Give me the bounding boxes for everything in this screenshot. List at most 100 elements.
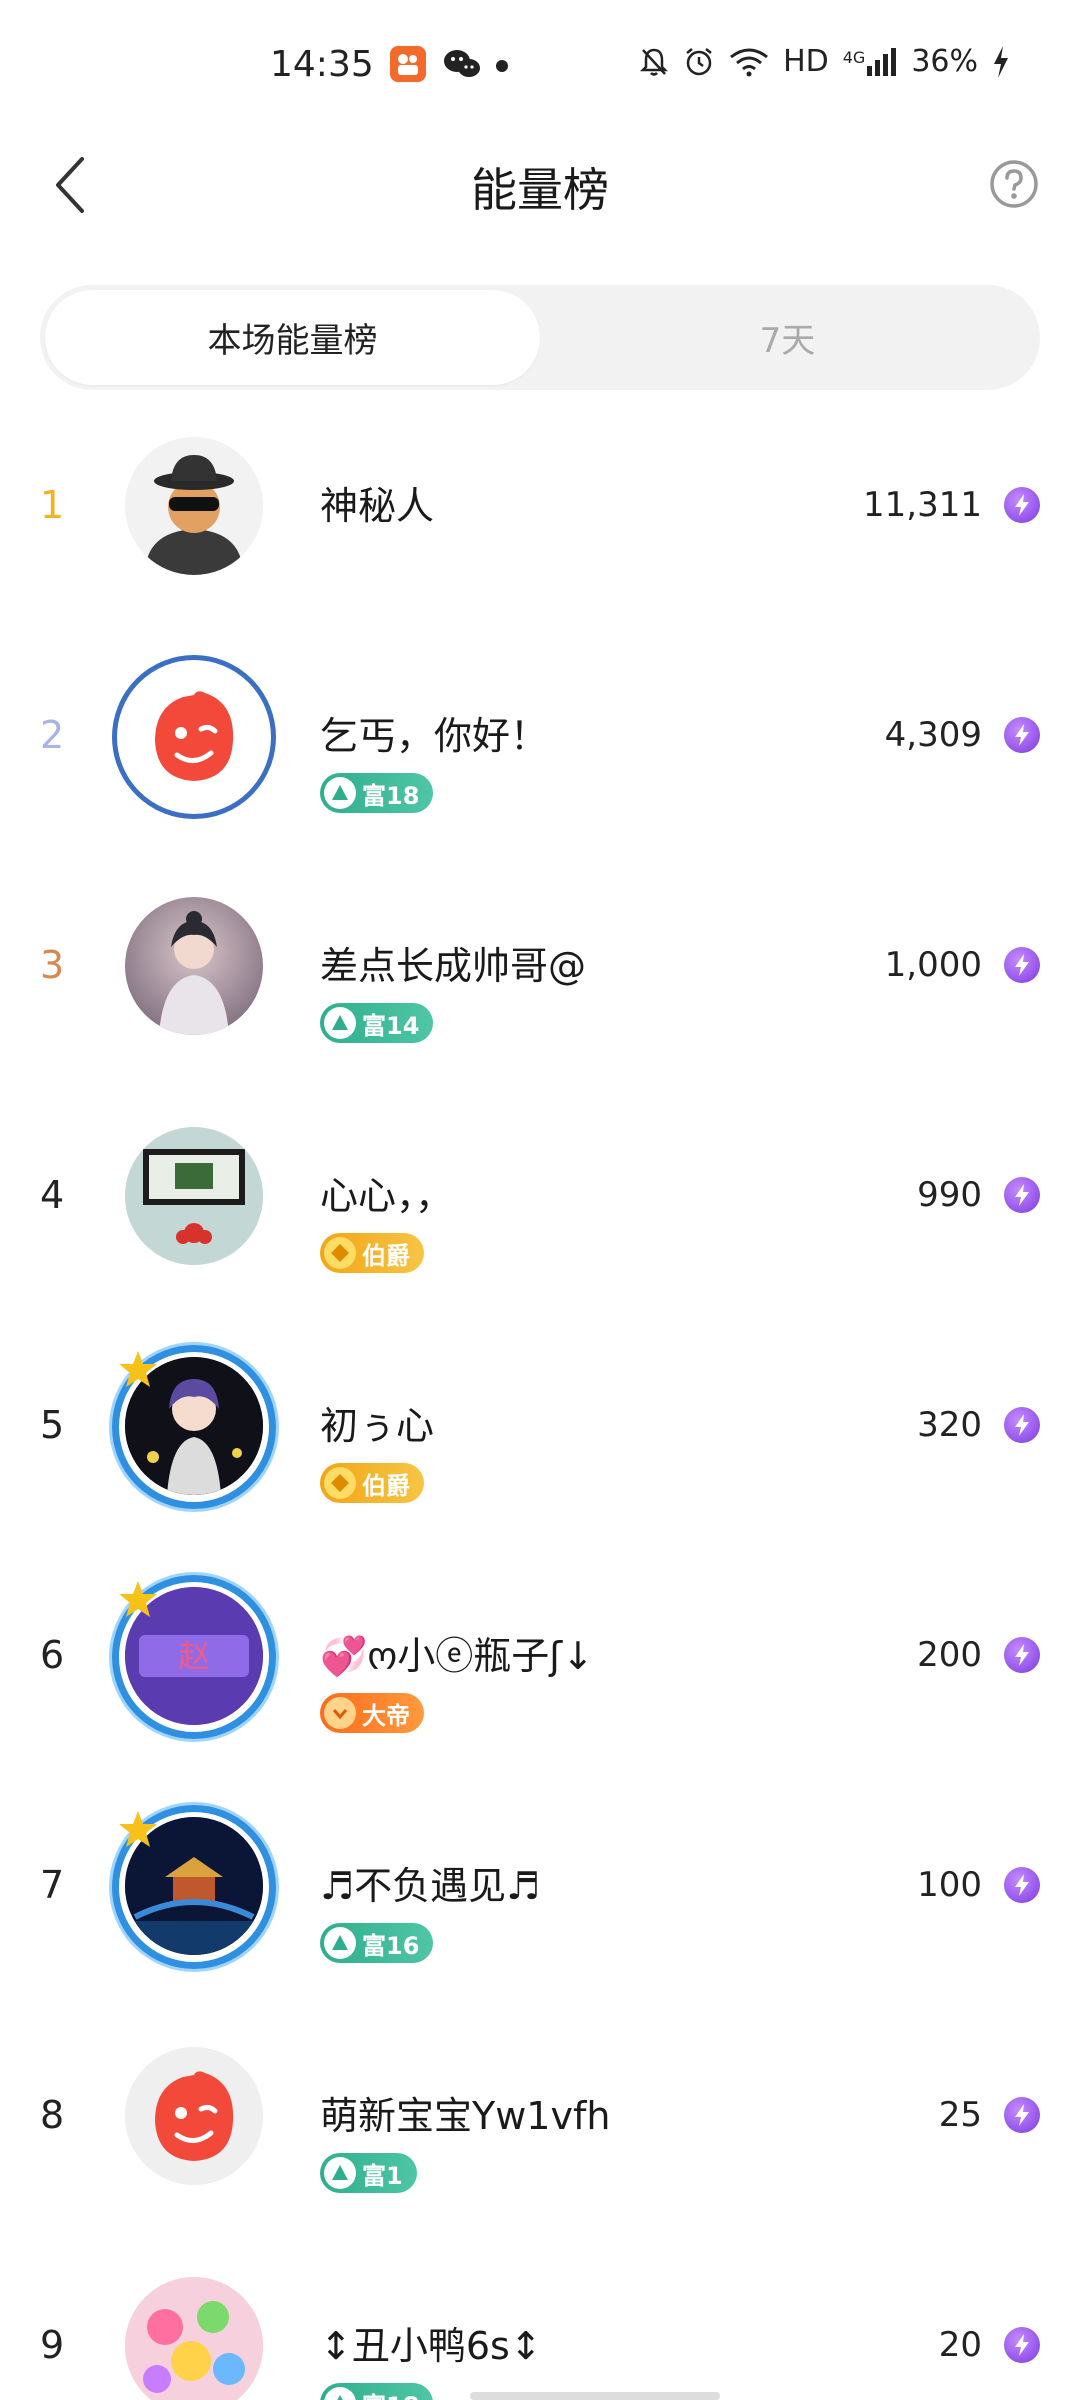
emperor-emblem-icon <box>324 1697 356 1729</box>
wealth-level-badge: 富1 <box>320 2153 417 2193</box>
wealth-level-badge: 富14 <box>320 1003 434 1043</box>
wealth-level-badge: 富18 <box>320 2383 434 2400</box>
ranking-tabs: 本场能量榜 7天 <box>40 285 1040 390</box>
energy-score: 100 <box>917 1865 982 1905</box>
avatar[interactable] <box>125 2277 263 2400</box>
energy-bolt-icon <box>1004 1637 1040 1673</box>
user-name: ♬不负遇见♬ <box>320 1864 541 1908</box>
ranking-row[interactable]: 8 萌新宝宝Yw1vfh 富1 25 <box>0 2035 1080 2265</box>
noble-emblem-icon <box>324 1237 356 1269</box>
ranking-row[interactable]: 6 赵 💞ო小ⓔ瓶子ʃ↓ 大帝 200 <box>0 1575 1080 1805</box>
avatar[interactable] <box>125 897 263 1035</box>
diamond-icon <box>324 2387 356 2400</box>
energy-bolt-icon <box>1004 487 1040 523</box>
tab-7-days[interactable]: 7天 <box>540 290 1035 385</box>
ranking-list: 1 神秘人 11,311 2 乞丐，你好！ 富18 4,309 3 差点长成帅哥… <box>0 425 1080 2400</box>
badge-label: 富18 <box>362 2386 419 2400</box>
user-name: 差点长成帅哥@ <box>320 944 587 988</box>
wifi-icon <box>729 47 769 77</box>
status-indicators: HD 4G 36% <box>639 44 1010 79</box>
rank-number: 3 <box>40 943 65 987</box>
alarm-icon <box>683 46 715 78</box>
wealth-level-badge: 富16 <box>320 1923 434 1963</box>
ranking-row[interactable]: 2 乞丐，你好！ 富18 4,309 <box>0 655 1080 885</box>
user-name: ↕丑小鸭6s↕ <box>320 2324 542 2368</box>
charging-bolt-icon <box>992 45 1010 78</box>
tab-current-session[interactable]: 本场能量榜 <box>45 290 540 385</box>
noble-emblem-icon <box>324 1467 356 1499</box>
rank-number: 9 <box>40 2323 65 2367</box>
avatar[interactable] <box>125 2047 263 2185</box>
wealth-level-badge: 富18 <box>320 773 434 813</box>
diamond-icon <box>324 1927 356 1959</box>
avatar[interactable] <box>125 1127 263 1265</box>
energy-bolt-icon <box>1004 2327 1040 2363</box>
kuaishou-app-icon <box>390 46 426 82</box>
notification-dot-icon <box>496 60 508 72</box>
diamond-icon <box>324 2157 356 2189</box>
user-name: 心心，， <box>320 1174 454 1218</box>
energy-score: 25 <box>938 2095 982 2135</box>
diamond-icon <box>324 777 356 809</box>
energy-bolt-icon <box>1004 947 1040 983</box>
status-time: 14:35 <box>270 44 374 85</box>
energy-bolt-icon <box>1004 1407 1040 1443</box>
star-decoration-icon <box>118 1349 158 1393</box>
network-type-label: HD <box>783 44 829 79</box>
question-circle-icon <box>990 160 1038 208</box>
rank-number: 7 <box>40 1863 65 1907</box>
cellular-signal-icon: 4G <box>842 47 898 76</box>
mute-bell-icon <box>639 46 669 78</box>
wechat-app-icon <box>442 46 480 82</box>
energy-bolt-icon <box>1004 1867 1040 1903</box>
rank-number: 8 <box>40 2093 65 2137</box>
avatar[interactable] <box>125 437 263 575</box>
user-name: 神秘人 <box>320 484 435 528</box>
energy-score: 990 <box>917 1175 982 1215</box>
ranking-row[interactable]: 7 ♬不负遇见♬ 富16 100 <box>0 1805 1080 2035</box>
user-name: 乞丐，你好！ <box>320 714 549 758</box>
noble-title-badge: 大帝 <box>320 1693 424 1733</box>
energy-score: 11,311 <box>863 485 982 525</box>
energy-score: 4,309 <box>884 715 982 755</box>
signal-type-label: 4G <box>842 47 866 67</box>
noble-title-badge: 伯爵 <box>320 1233 424 1273</box>
badge-label: 富18 <box>362 781 420 810</box>
energy-bolt-icon <box>1004 717 1040 753</box>
energy-score: 20 <box>938 2325 982 2365</box>
badge-label: 富1 <box>362 2161 403 2190</box>
star-decoration-icon <box>118 1809 158 1853</box>
ranking-row[interactable]: 3 差点长成帅哥@ 富14 1,000 <box>0 885 1080 1115</box>
rank-number: 6 <box>40 1633 65 1677</box>
badge-label: 大帝 <box>362 1701 410 1730</box>
energy-score: 1,000 <box>884 945 982 985</box>
page-title: 能量榜 <box>471 163 609 217</box>
ranking-row[interactable]: 9 ↕丑小鸭6s↕ 富18 20 <box>0 2265 1080 2400</box>
badge-label: 富16 <box>362 1931 420 1960</box>
svg-text:赵: 赵 <box>178 1637 210 1675</box>
rank-number: 1 <box>40 483 65 527</box>
battery-level: 36% <box>911 44 978 79</box>
avatar[interactable] <box>125 667 263 805</box>
ranking-row[interactable]: 1 神秘人 11,311 <box>0 425 1080 655</box>
rank-number: 5 <box>40 1403 65 1447</box>
user-name: 初ぅ心 <box>320 1404 435 1448</box>
rank-number: 4 <box>40 1173 65 1217</box>
user-name: 💞ო小ⓔ瓶子ʃ↓ <box>320 1634 594 1678</box>
diamond-icon <box>324 1007 356 1039</box>
energy-bolt-icon <box>1004 2097 1040 2133</box>
energy-score: 200 <box>917 1635 982 1675</box>
energy-score: 320 <box>917 1405 982 1445</box>
badge-label: 伯爵 <box>362 1471 410 1500</box>
help-button[interactable] <box>988 158 1040 210</box>
home-indicator[interactable] <box>470 2392 720 2400</box>
star-decoration-icon <box>118 1579 158 1623</box>
badge-label: 富14 <box>362 1011 420 1040</box>
status-bar: 14:35 HD 4G 36% <box>0 0 1080 130</box>
ranking-row[interactable]: 4 心心，， 伯爵 990 <box>0 1115 1080 1345</box>
ranking-row[interactable]: 5 初ぅ心 伯爵 320 <box>0 1345 1080 1575</box>
rank-number: 2 <box>40 713 65 757</box>
badge-label: 伯爵 <box>362 1241 410 1270</box>
noble-title-badge: 伯爵 <box>320 1463 424 1503</box>
user-name: 萌新宝宝Yw1vfh <box>320 2094 611 2138</box>
